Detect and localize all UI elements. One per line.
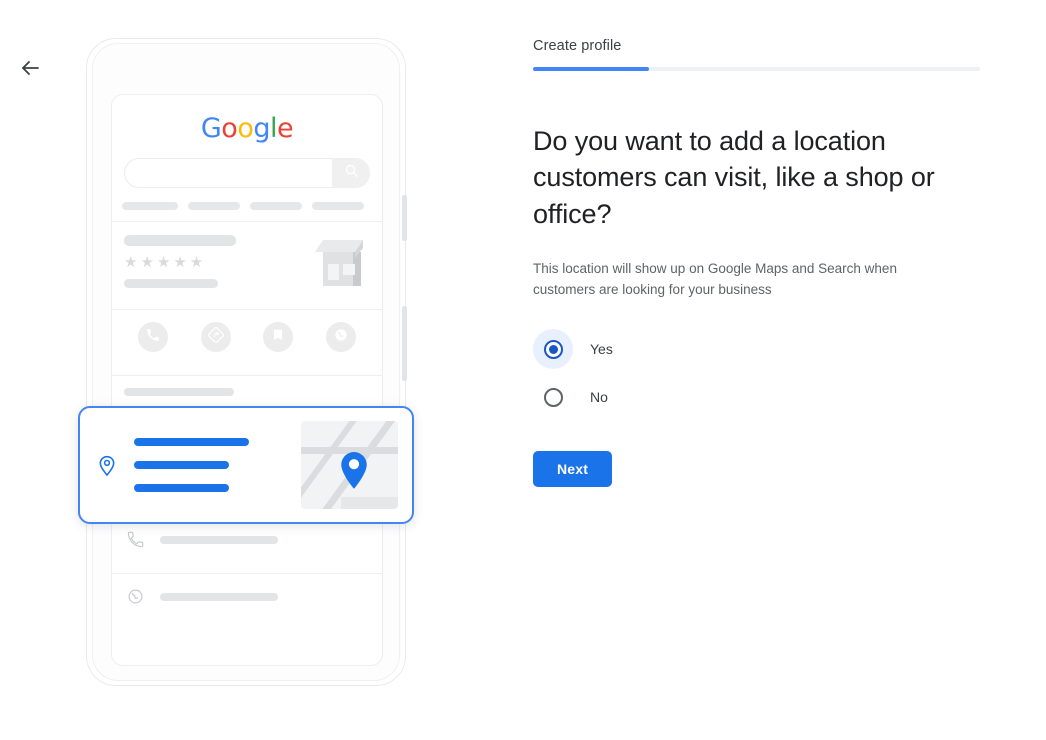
business-title-placeholder xyxy=(124,235,236,246)
map-thumbnail[interactable] xyxy=(301,421,398,509)
tab-pill-row xyxy=(122,202,372,210)
google-logo-letter: G xyxy=(200,113,222,144)
page-title: Do you want to add a location customers … xyxy=(533,126,935,229)
map-pin-filled-icon xyxy=(337,447,371,496)
create-profile-panel: Create profile Do you want to add a loca… xyxy=(533,38,993,488)
website-icon xyxy=(333,327,349,348)
storefront-icon xyxy=(309,234,371,290)
google-logo-letter: o xyxy=(237,113,254,144)
next-button[interactable]: Next xyxy=(533,451,613,488)
phone-illustration: Google ★★★★★ xyxy=(86,38,407,686)
business-summary-card: ★★★★★ xyxy=(112,222,382,298)
search-button[interactable] xyxy=(332,158,370,188)
google-logo: Google xyxy=(112,113,382,144)
highlight-line xyxy=(134,461,229,469)
website-placeholder xyxy=(160,592,278,601)
location-choice-radio-group: Yes No xyxy=(533,329,993,417)
highlight-line xyxy=(134,484,229,492)
phone-screen: Google ★★★★★ xyxy=(111,94,383,666)
step-title: Create profile xyxy=(533,38,622,54)
phone-placeholder xyxy=(160,535,278,544)
radio-option-no[interactable]: No xyxy=(533,377,993,417)
search-icon xyxy=(344,163,359,183)
phone-icon xyxy=(124,531,146,548)
radio-option-yes[interactable]: Yes xyxy=(533,329,993,370)
google-logo-letter: o xyxy=(221,113,238,144)
call-icon xyxy=(146,328,160,347)
tab-pill[interactable] xyxy=(312,202,364,210)
tab-pill[interactable] xyxy=(122,202,178,210)
radio-yes-label: Yes xyxy=(590,341,613,358)
highlight-text-lines xyxy=(134,438,295,492)
map-road xyxy=(341,497,398,509)
radio-no-control[interactable] xyxy=(543,387,563,407)
back-button[interactable] xyxy=(14,52,46,84)
highlighted-location-card[interactable] xyxy=(78,406,414,524)
bookmark-action-button[interactable] xyxy=(263,322,294,352)
google-logo-letter: l xyxy=(270,113,278,144)
page-root: Google ★★★★★ Create profile Do you want … xyxy=(0,0,1046,740)
google-logo-letter: g xyxy=(253,113,270,144)
business-subtitle-placeholder xyxy=(124,279,218,288)
radio-yes-hit-area[interactable] xyxy=(533,329,573,370)
directions-icon xyxy=(207,326,224,348)
action-icon-row xyxy=(112,310,382,364)
phone-side-button-lower xyxy=(402,306,407,381)
globe-icon xyxy=(124,588,146,605)
location-pin-outline-icon xyxy=(94,453,120,477)
radio-no-hit-area[interactable] xyxy=(533,377,573,417)
tab-pill[interactable] xyxy=(250,202,302,210)
back-arrow-icon xyxy=(18,56,42,80)
search-bar[interactable] xyxy=(124,158,370,188)
progress-bar xyxy=(533,67,980,71)
info-line-placeholder xyxy=(124,388,234,396)
bookmark-icon xyxy=(271,328,285,347)
radio-no-label: No xyxy=(590,389,608,406)
google-logo-letter: e xyxy=(277,113,294,144)
website-row[interactable] xyxy=(112,574,382,619)
website-action-button[interactable] xyxy=(325,322,356,352)
tab-pill[interactable] xyxy=(188,202,240,210)
directions-action-button[interactable] xyxy=(200,322,231,352)
highlight-line xyxy=(134,438,249,446)
radio-yes-dot xyxy=(548,344,558,354)
radio-yes-control[interactable] xyxy=(543,339,563,359)
call-action-button[interactable] xyxy=(138,322,169,352)
page-subtitle: This location will show up on Google Map… xyxy=(533,261,897,298)
progress-bar-fill xyxy=(533,67,650,71)
phone-side-button-upper xyxy=(402,195,407,241)
